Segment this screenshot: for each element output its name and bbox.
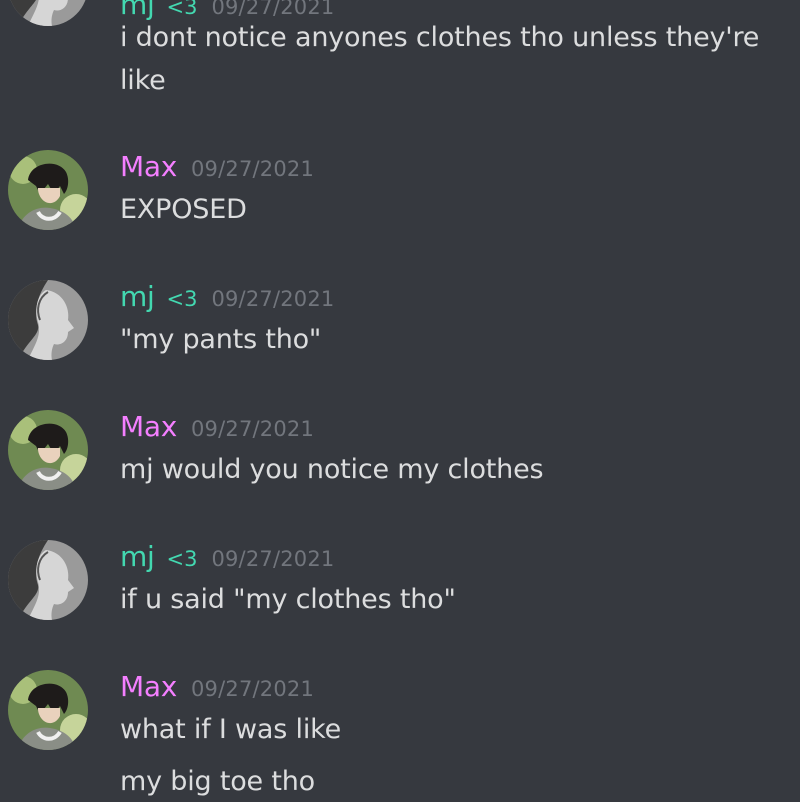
message-group: Max 09/27/2021 mj would you notice my cl… (0, 410, 800, 510)
message-header: mj <3 09/27/2021 (120, 280, 334, 313)
author-name[interactable]: Max (120, 410, 177, 443)
author-badge: <3 (166, 287, 198, 311)
avatar-max[interactable] (8, 150, 88, 230)
woman-profile-avatar-icon (8, 0, 88, 26)
message-header: Max 09/27/2021 (120, 410, 314, 443)
message-header: Max 09/27/2021 (120, 670, 314, 703)
message-header: mj <3 09/27/2021 (120, 540, 334, 573)
anime-character-avatar-icon (8, 410, 88, 490)
avatar-max[interactable] (8, 410, 88, 490)
avatar-mj[interactable] (8, 280, 88, 360)
message-group: Max 09/27/2021 EXPOSED (0, 150, 800, 250)
author-name[interactable]: mj (120, 280, 155, 313)
message-header: Max 09/27/2021 (120, 150, 314, 183)
message-content: "my pants tho" (120, 324, 322, 355)
timestamp[interactable]: 09/27/2021 (211, 547, 334, 571)
message-group: mj <3 09/27/2021 i dont notice anyones c… (0, 0, 800, 106)
author-name[interactable]: Max (120, 150, 177, 183)
author-badge: <3 (166, 0, 198, 19)
author-name[interactable]: mj (120, 0, 155, 21)
avatar-max[interactable] (8, 670, 88, 750)
anime-character-avatar-icon (8, 670, 88, 750)
avatar-mj[interactable] (8, 540, 88, 620)
message-content: like (120, 65, 166, 96)
timestamp[interactable]: 09/27/2021 (191, 157, 314, 181)
message-group: mj <3 09/27/2021 if u said "my clothes t… (0, 540, 800, 640)
message-content: EXPOSED (120, 194, 247, 225)
anime-character-avatar-icon (8, 150, 88, 230)
woman-profile-avatar-icon (8, 540, 88, 620)
timestamp[interactable]: 09/27/2021 (191, 677, 314, 701)
woman-profile-avatar-icon (8, 280, 88, 360)
message-header: mj <3 09/27/2021 (120, 0, 334, 21)
timestamp[interactable]: 09/27/2021 (191, 417, 314, 441)
chat-message-list[interactable]: mj <3 09/27/2021 i dont notice anyones c… (0, 0, 800, 802)
message-content: i dont notice anyones clothes tho unless… (120, 22, 760, 53)
message-content: if u said "my clothes tho" (120, 584, 456, 615)
message-group: Max 09/27/2021 what if I was like my big… (0, 670, 800, 802)
message-content: my big toe tho (120, 766, 315, 797)
message-content: mj would you notice my clothes (120, 454, 544, 485)
message-content: what if I was like (120, 714, 342, 745)
timestamp[interactable]: 09/27/2021 (211, 0, 334, 19)
author-name[interactable]: Max (120, 670, 177, 703)
avatar-mj[interactable] (8, 0, 88, 26)
author-badge: <3 (166, 547, 198, 571)
author-name[interactable]: mj (120, 540, 155, 573)
message-group: mj <3 09/27/2021 "my pants tho" (0, 280, 800, 380)
timestamp[interactable]: 09/27/2021 (211, 287, 334, 311)
